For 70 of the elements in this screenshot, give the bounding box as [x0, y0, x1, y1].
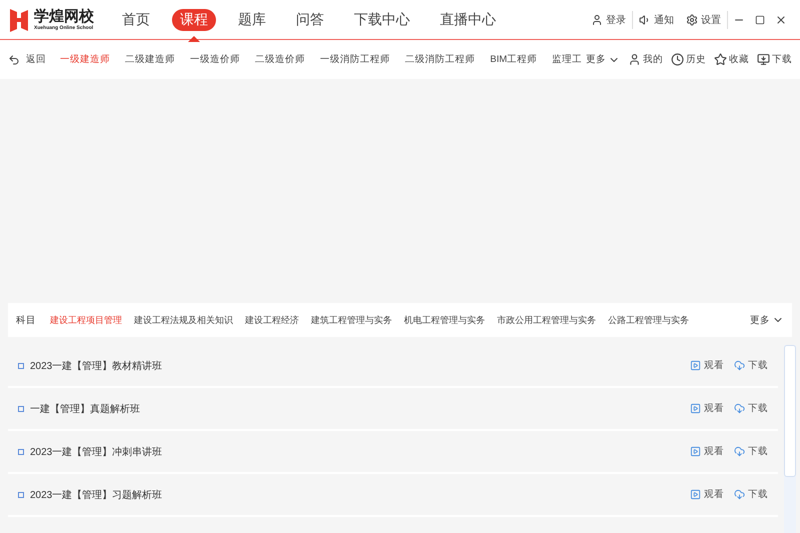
course-title: 2023一建【管理】习题解析班 [30, 488, 164, 502]
cloud-download-icon [734, 446, 745, 457]
exam-tab[interactable]: 二级建造师 [125, 53, 176, 66]
nav-tab[interactable]: 题库 [230, 8, 274, 30]
more-button[interactable]: 更多 [750, 314, 784, 326]
user-action[interactable]: 历史 [671, 53, 706, 66]
settings-icon [686, 14, 698, 26]
user-action[interactable]: 收藏 [714, 53, 749, 66]
header-action[interactable]: 设置 [680, 12, 727, 26]
subject-tab[interactable]: 市政公用工程管理与实务 [497, 314, 596, 326]
back-button[interactable]: 返回 [8, 53, 60, 66]
course-title: 2023一建【管理】冲刺串讲班 [30, 446, 164, 458]
clock-icon [671, 53, 684, 66]
maximize-icon[interactable] [755, 14, 765, 24]
watch-button[interactable]: 观看 [690, 402, 724, 415]
bullet-icon [18, 362, 24, 368]
cloud-download-icon [734, 360, 745, 371]
play-icon [690, 360, 701, 371]
subject-tab[interactable]: 建设工程法规及相关知识 [134, 314, 233, 326]
exam-tab[interactable]: 二级造价师 [255, 53, 306, 66]
download-button[interactable]: 下载 [734, 359, 768, 372]
subject-tab[interactable]: 建筑工程管理与实务 [311, 314, 392, 326]
nav-tab[interactable]: 问答 [288, 8, 332, 30]
download-icon [757, 53, 770, 66]
download-button[interactable]: 下载 [734, 488, 768, 501]
subject-label: 科目 [16, 314, 36, 326]
exam-tab[interactable]: 一级建造师 [60, 53, 110, 66]
play-icon [690, 403, 701, 414]
back-icon [8, 54, 20, 66]
subject-tab[interactable]: 建设工程经济 [245, 314, 299, 326]
play-icon [690, 489, 701, 500]
scrollbar[interactable] [784, 345, 796, 533]
bullet-icon [18, 448, 24, 454]
user-icon [628, 53, 641, 66]
star-icon [714, 53, 727, 66]
logo-icon [8, 6, 30, 32]
close-icon[interactable] [775, 14, 787, 26]
watch-button[interactable]: 观看 [690, 488, 724, 501]
speaker-icon [639, 14, 651, 26]
watch-button[interactable]: 观看 [690, 445, 724, 458]
cloud-download-icon [734, 403, 745, 414]
subject-tab[interactable]: 机电工程管理与实务 [404, 314, 485, 326]
exam-tab[interactable]: BIM工程师 [490, 53, 537, 66]
more-button[interactable]: 更多 [586, 53, 620, 66]
nav-tab[interactable]: 课程 [172, 8, 216, 30]
exam-tab[interactable]: 一级造价师 [190, 53, 240, 66]
watch-button[interactable]: 观看 [690, 359, 724, 372]
user-action[interactable]: 我的 [628, 53, 663, 66]
course-title: 2023一建【管理】教材精讲班 [30, 360, 164, 372]
nav-tab[interactable]: 下载中心 [346, 8, 418, 30]
download-button[interactable]: 下载 [734, 445, 768, 458]
nav-tab[interactable]: 直播中心 [432, 8, 504, 30]
scrollbar-thumb[interactable] [784, 345, 796, 477]
user-icon [591, 14, 603, 26]
bullet-icon [18, 406, 24, 412]
exam-tab[interactable]: 监理工 [552, 53, 582, 66]
user-action[interactable]: 下载 [757, 53, 792, 66]
nav-tab[interactable]: 首页 [114, 8, 158, 30]
logo-title: 学煌网校 [34, 8, 94, 24]
exam-tab[interactable]: 二级消防工程师 [405, 53, 476, 66]
header-action[interactable]: 通知 [633, 12, 680, 26]
download-button[interactable]: 下载 [734, 402, 768, 415]
header-action[interactable]: 登录 [585, 12, 632, 26]
bullet-icon [18, 492, 24, 498]
subject-tab[interactable]: 建设工程项目管理 [50, 314, 122, 326]
subject-tab[interactable]: 公路工程管理与实务 [608, 314, 689, 326]
course-title: 一建【管理】真题解析班 [30, 402, 141, 416]
play-icon [690, 446, 701, 457]
exam-tab[interactable]: 一级消防工程师 [320, 53, 390, 66]
cloud-download-icon [734, 489, 745, 500]
